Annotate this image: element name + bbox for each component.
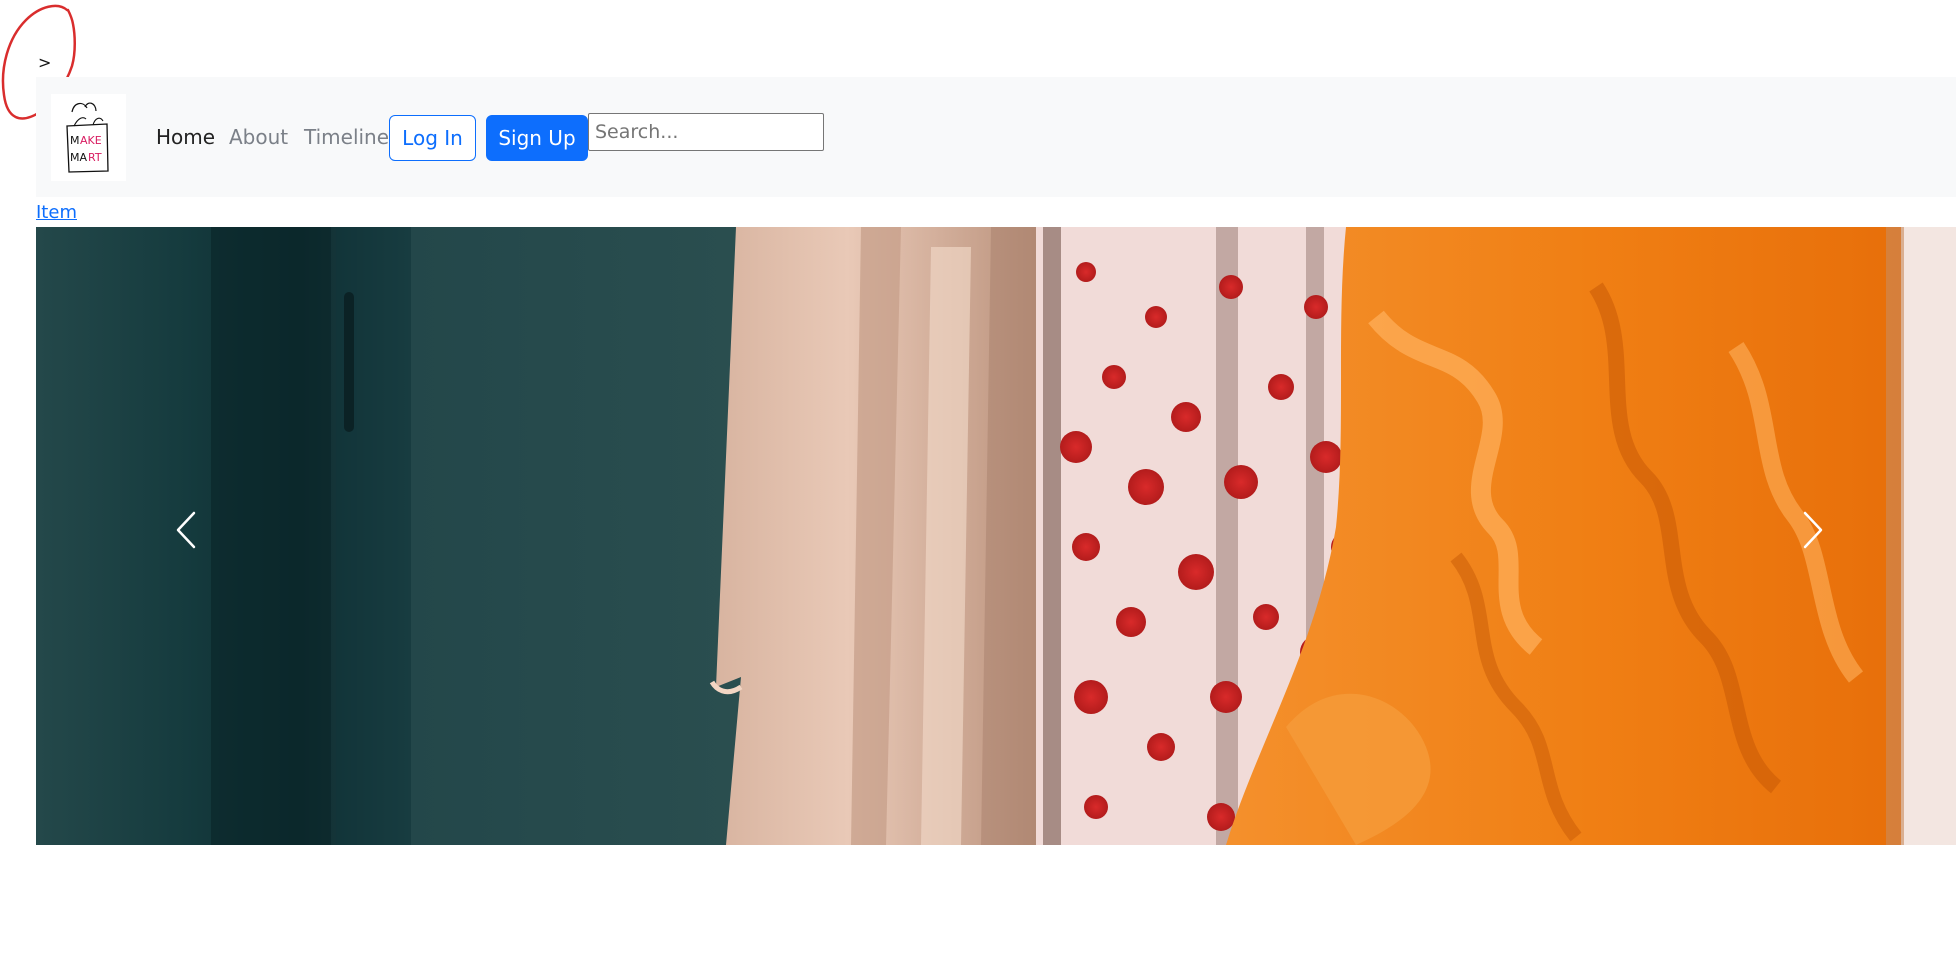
hero-carousel bbox=[36, 227, 1956, 845]
carousel-slide-image bbox=[36, 227, 1956, 845]
svg-text:M: M bbox=[70, 134, 80, 147]
svg-text:RT: RT bbox=[88, 151, 102, 164]
svg-text:MA: MA bbox=[70, 151, 87, 164]
nav-about-link[interactable]: About bbox=[229, 125, 288, 149]
brand-logo[interactable]: M AKE MA RT bbox=[51, 94, 126, 181]
chevron-left-icon bbox=[176, 511, 196, 549]
shopping-bag-logo-icon: M AKE MA RT bbox=[66, 102, 109, 173]
collapse-toggle[interactable]: > bbox=[38, 53, 51, 72]
item-link[interactable]: Item bbox=[36, 202, 77, 223]
login-button[interactable]: Log In bbox=[389, 115, 476, 161]
nav-timeline-link[interactable]: Timeline bbox=[304, 125, 389, 149]
navbar: M AKE MA RT Home About Timeline Log In S… bbox=[36, 77, 1956, 197]
carousel-prev-button[interactable] bbox=[152, 495, 222, 565]
nav-home-link[interactable]: Home bbox=[156, 125, 215, 149]
chevron-right-icon bbox=[1803, 511, 1823, 549]
search-input[interactable] bbox=[588, 113, 824, 151]
svg-text:AKE: AKE bbox=[80, 134, 102, 147]
signup-button[interactable]: Sign Up bbox=[486, 115, 588, 161]
carousel-next-button[interactable] bbox=[1777, 495, 1847, 565]
